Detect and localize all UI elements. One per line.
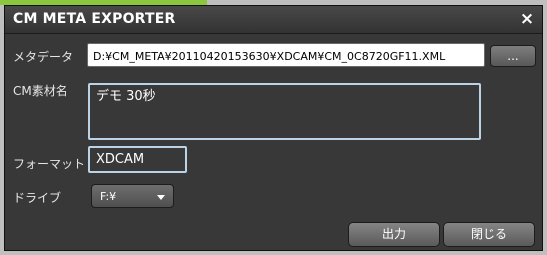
drive-dropdown[interactable]: F:¥ bbox=[91, 184, 174, 208]
drive-dropdown-value: F:¥ bbox=[100, 190, 117, 203]
material-name-field[interactable]: デモ 30秒 bbox=[88, 83, 481, 140]
exporter-window: CM META EXPORTER × メタデータ D:¥CM_META¥2011… bbox=[4, 5, 543, 251]
material-name-label: CM素材名 bbox=[13, 84, 68, 98]
chevron-down-icon bbox=[157, 195, 165, 200]
window-title: CM META EXPORTER bbox=[13, 11, 176, 27]
close-button[interactable]: 閉じる bbox=[443, 222, 535, 247]
drive-label: ドライブ bbox=[13, 191, 62, 205]
format-field[interactable]: XDCAM bbox=[88, 146, 187, 173]
close-icon[interactable]: × bbox=[518, 10, 536, 28]
format-label: フォーマット bbox=[13, 157, 86, 171]
metadata-label: メタデータ bbox=[13, 50, 74, 64]
output-button[interactable]: 出力 bbox=[348, 222, 440, 247]
title-bar: CM META EXPORTER × bbox=[5, 6, 542, 34]
browse-button[interactable]: ... bbox=[490, 45, 536, 67]
metadata-path-field[interactable]: D:¥CM_META¥20110420153630¥XDCAM¥CM_0C872… bbox=[87, 43, 485, 67]
